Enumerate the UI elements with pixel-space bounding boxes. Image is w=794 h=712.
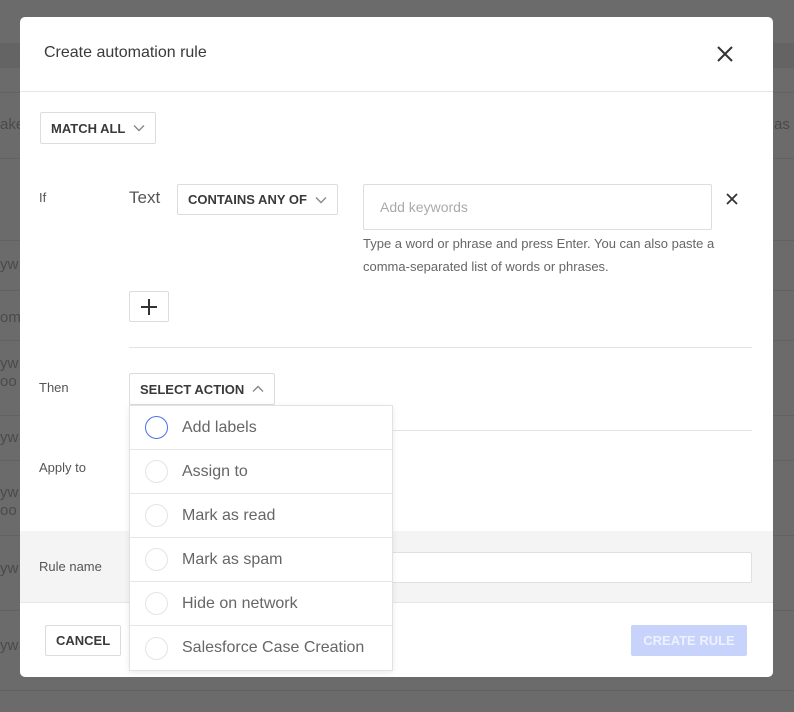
chevron-down-icon xyxy=(133,125,145,132)
match-mode-label: MATCH ALL xyxy=(51,120,126,136)
background-text: as xyxy=(774,116,790,133)
close-icon xyxy=(726,193,738,205)
background-text: oo xyxy=(0,373,17,390)
action-option-label: Mark as spam xyxy=(182,550,283,568)
action-option-label: Add labels xyxy=(182,418,257,436)
background-text: yw xyxy=(0,355,19,372)
radio-icon[interactable] xyxy=(145,460,168,483)
select-action-label: SELECT ACTION xyxy=(140,381,245,397)
rule-name-label: Rule name xyxy=(39,559,102,574)
create-rule-dialog: Create automation rule MATCH ALL If Text… xyxy=(20,17,773,677)
radio-icon[interactable] xyxy=(145,416,168,439)
condition-field: Text xyxy=(129,188,161,207)
close-icon xyxy=(717,46,733,62)
dialog-header: Create automation rule xyxy=(20,17,773,92)
cancel-button[interactable]: CANCEL xyxy=(45,625,122,656)
section-divider xyxy=(393,430,752,431)
background-text: yw xyxy=(0,637,19,654)
match-mode-dropdown[interactable]: MATCH ALL xyxy=(40,112,157,144)
create-rule-button[interactable]: CREATE RULE xyxy=(631,625,747,656)
dialog-title: Create automation rule xyxy=(44,44,207,61)
action-dropdown-menu: Add labels Assign to Mark as read Mark a… xyxy=(129,405,393,671)
chevron-up-icon xyxy=(252,385,264,392)
apply-to-label: Apply to xyxy=(39,460,86,475)
if-label: If xyxy=(39,190,47,205)
keywords-input[interactable] xyxy=(363,184,712,230)
keywords-help-text: Type a word or phrase and press Enter. Y… xyxy=(363,236,715,274)
action-option-mark-as-read[interactable]: Mark as read xyxy=(130,494,392,538)
action-option-hide-on-network[interactable]: Hide on network xyxy=(130,582,392,626)
background-text: yw xyxy=(0,256,19,273)
radio-icon[interactable] xyxy=(145,548,168,571)
background-text: om xyxy=(0,309,21,326)
radio-icon[interactable] xyxy=(145,636,168,660)
action-option-label: Hide on network xyxy=(182,594,298,612)
operator-label: CONTAINS ANY OF xyxy=(188,192,307,207)
radio-icon[interactable] xyxy=(145,504,168,527)
action-option-label: Salesforce Case Creation xyxy=(182,639,365,656)
background-text: yw xyxy=(0,560,19,577)
rule-name-input[interactable] xyxy=(380,552,752,583)
section-divider xyxy=(129,347,752,348)
operator-dropdown[interactable]: CONTAINS ANY OF xyxy=(177,184,338,215)
chevron-down-icon xyxy=(315,196,327,203)
background-text: yw xyxy=(0,429,19,446)
action-option-salesforce-case-creation[interactable]: Salesforce Case Creation xyxy=(130,626,392,670)
radio-icon[interactable] xyxy=(145,592,168,615)
remove-condition-button[interactable] xyxy=(724,191,740,207)
background-text: oo xyxy=(0,502,17,519)
plus-icon xyxy=(141,298,157,315)
then-label: Then xyxy=(39,380,69,395)
action-option-label: Mark as read xyxy=(182,506,276,524)
select-action-dropdown[interactable]: SELECT ACTION xyxy=(129,373,276,405)
action-option-add-labels[interactable]: Add labels xyxy=(130,406,392,450)
add-condition-button[interactable] xyxy=(129,291,169,322)
background-text: yw xyxy=(0,484,19,501)
action-option-assign-to[interactable]: Assign to xyxy=(130,450,392,494)
action-option-label: Assign to xyxy=(182,462,248,480)
action-option-mark-as-spam[interactable]: Mark as spam xyxy=(130,538,392,582)
close-button[interactable] xyxy=(715,44,735,64)
